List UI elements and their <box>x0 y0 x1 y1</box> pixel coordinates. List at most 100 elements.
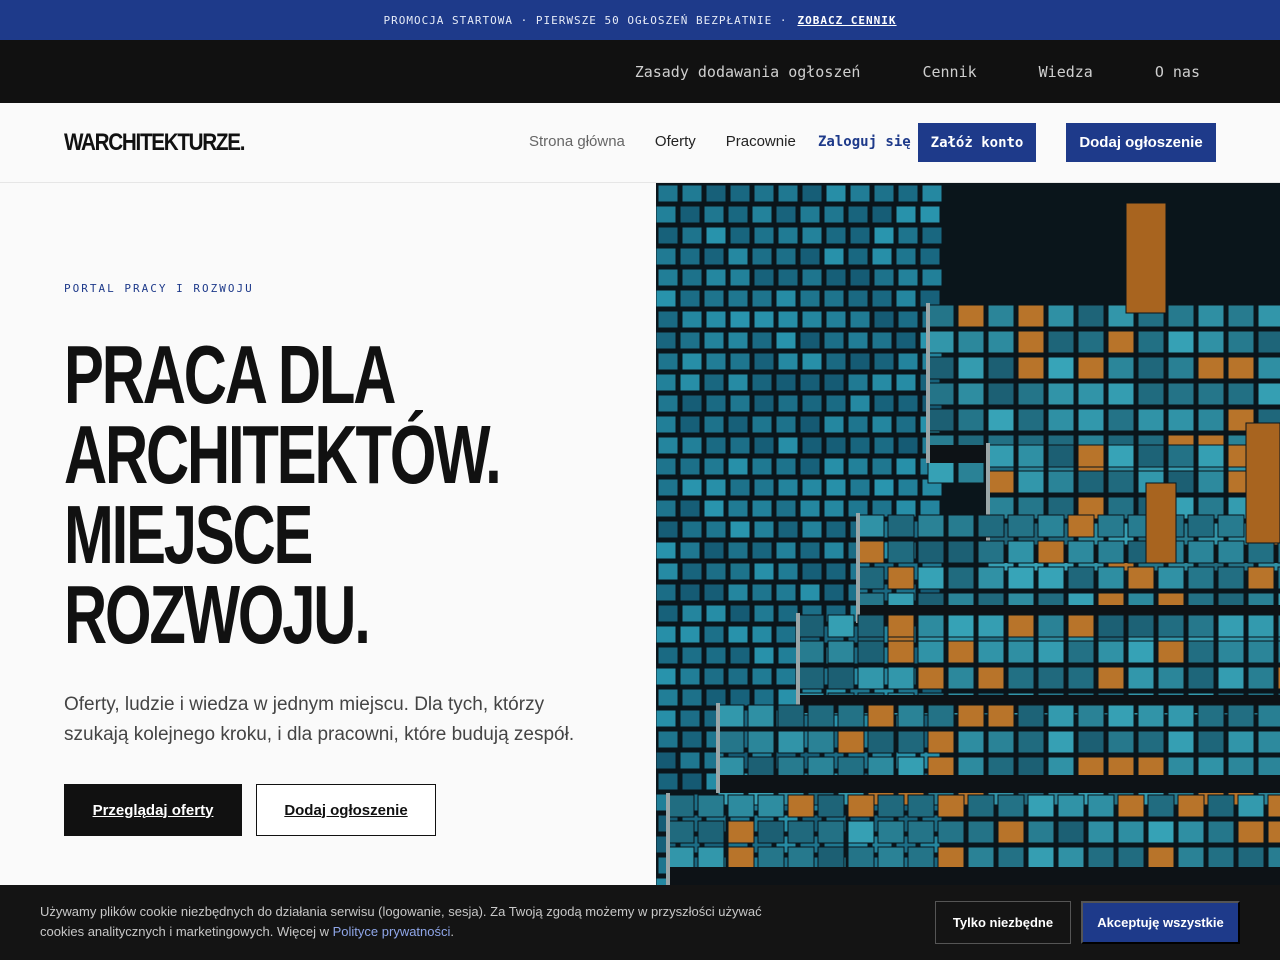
facade-block-window <box>987 356 1015 380</box>
browse-offers-button[interactable]: Przeglądaj oferty <box>64 784 242 836</box>
facade-block-window <box>1007 614 1035 638</box>
facade-block-window <box>1047 730 1075 754</box>
facade-window <box>871 205 893 224</box>
facade-window <box>656 457 677 476</box>
utility-link-rules[interactable]: Zasady dodawania ogłoszeń <box>635 63 861 81</box>
facade-window <box>825 478 847 497</box>
facade-window <box>727 415 749 434</box>
facade-block-window <box>1007 666 1035 690</box>
facade-block-window <box>1167 304 1195 328</box>
facade-window <box>727 541 749 560</box>
facade-window <box>847 205 869 224</box>
facade-block-window <box>1257 304 1280 328</box>
facade-block-window <box>917 540 945 564</box>
facade-balcony-shadow <box>716 775 1280 793</box>
facade-block-window <box>1127 666 1155 690</box>
site-logo[interactable]: WARCHITEKTURZE. <box>64 129 245 157</box>
facade-block-window <box>1147 820 1175 844</box>
facade-window <box>775 247 797 266</box>
facade-window <box>705 184 727 203</box>
utility-link-about[interactable]: O nas <box>1155 63 1200 81</box>
add-listing-button[interactable]: Dodaj ogłoszenie <box>1066 123 1216 162</box>
facade-slab-edge <box>666 793 670 885</box>
facade-block-window <box>1197 304 1225 328</box>
facade-block-window <box>1067 666 1095 690</box>
facade-block-window <box>1077 444 1105 468</box>
facade-amber-panel <box>1145 482 1177 564</box>
facade-block-window <box>997 794 1025 818</box>
nav-link-studios[interactable]: Pracownie <box>726 133 796 150</box>
utility-link-pricing[interactable]: Cennik <box>922 63 976 81</box>
facade-window <box>727 625 749 644</box>
facade-block-window <box>1257 356 1280 380</box>
facade-block-window <box>1167 408 1195 432</box>
hero-add-listing-button[interactable]: Dodaj ogłoszenie <box>256 784 436 836</box>
cookie-accept-button[interactable]: Akceptuję wszystkie <box>1081 901 1240 944</box>
hero-headline: PRACA DLA ARCHITEKTÓW. MIEJSCE ROZWOJU. <box>64 333 684 656</box>
facade-block-window <box>667 794 695 818</box>
facade-window <box>799 289 821 308</box>
facade-window <box>656 247 677 266</box>
facade-window <box>703 457 725 476</box>
facade-window <box>703 331 725 350</box>
facade-block-window <box>747 704 775 728</box>
facade-window <box>729 226 751 245</box>
facade-block-window <box>1097 640 1125 664</box>
facade-window <box>657 604 679 623</box>
facade-window <box>657 562 679 581</box>
facade-block-window <box>1187 566 1215 590</box>
facade-window <box>753 478 775 497</box>
register-button[interactable]: Załóż konto <box>918 123 1036 162</box>
facade-block-window <box>1157 566 1185 590</box>
facade-block-window <box>1257 330 1280 354</box>
facade-window <box>679 499 701 518</box>
facade-block-window <box>857 514 885 538</box>
facade-window <box>871 247 893 266</box>
facade-block-window <box>1067 566 1095 590</box>
nav-link-home[interactable]: Strona główna <box>529 133 625 150</box>
facade-block-window <box>897 730 925 754</box>
facade-window <box>921 268 943 287</box>
facade-block-window <box>1217 666 1245 690</box>
facade-block-window <box>1037 540 1065 564</box>
facade-window <box>847 373 869 392</box>
login-link[interactable]: Zaloguj się <box>818 134 911 150</box>
nav-link-offers[interactable]: Oferty <box>655 133 696 150</box>
facade-window <box>703 541 725 560</box>
facade-window <box>679 373 701 392</box>
facade-block-window <box>727 794 755 818</box>
utility-link-knowledge[interactable]: Wiedza <box>1039 63 1093 81</box>
promo-pricing-link[interactable]: ZOBACZ CENNIK <box>797 14 896 27</box>
facade-block-window <box>1147 846 1175 870</box>
facade-block-window <box>1117 820 1145 844</box>
facade-window <box>873 394 895 413</box>
facade-window <box>775 499 797 518</box>
facade-window <box>777 562 799 581</box>
facade-window <box>777 352 799 371</box>
facade-window <box>823 499 845 518</box>
facade-block-window <box>1237 846 1265 870</box>
facade-block-window <box>917 640 945 664</box>
facade-block-window <box>1007 540 1035 564</box>
facade-window <box>753 394 775 413</box>
facade-window <box>753 268 775 287</box>
cookie-necessary-button[interactable]: Tylko niezbędne <box>935 901 1071 944</box>
facade-block-window <box>847 846 875 870</box>
facade-block-window <box>927 704 955 728</box>
facade-block-window <box>1267 846 1280 870</box>
facade-window <box>801 520 823 539</box>
facade-window <box>849 478 871 497</box>
facade-block-window <box>1017 470 1045 494</box>
facade-block-window <box>1187 666 1215 690</box>
facade-block-window <box>1247 540 1275 564</box>
facade-block-window <box>897 704 925 728</box>
facade-block-window <box>777 730 805 754</box>
facade-block-window <box>817 820 845 844</box>
privacy-policy-link[interactable]: Polityce prywatności <box>333 924 451 939</box>
facade-block-window <box>1067 540 1095 564</box>
facade-window <box>799 457 821 476</box>
facade-block-window <box>1077 730 1105 754</box>
facade-window <box>751 625 773 644</box>
facade-block-window <box>1237 820 1265 844</box>
facade-window <box>656 205 677 224</box>
